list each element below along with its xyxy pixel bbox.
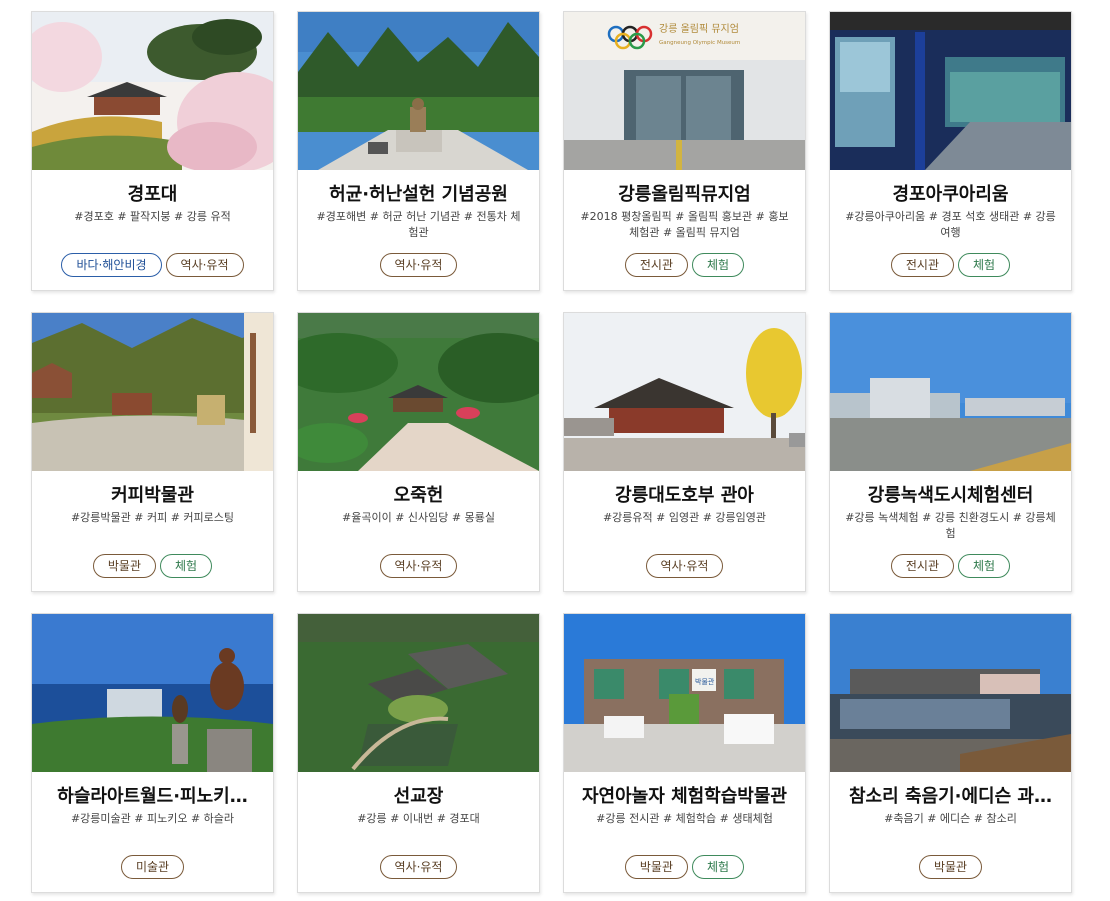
attraction-card[interactable]: 강릉대도호부 관아 #강릉유적 # 임영관 # 강릉임영관 역사·유적 bbox=[563, 312, 806, 592]
attraction-photo[interactable] bbox=[32, 313, 273, 471]
category-badges: 박물관 체험 bbox=[32, 554, 273, 578]
category-badge[interactable]: 전시관 bbox=[624, 253, 689, 277]
category-badges: 전시관 체험 bbox=[830, 253, 1071, 277]
category-badge[interactable]: 박물관 bbox=[918, 855, 983, 879]
category-badges: 미술관 bbox=[32, 855, 273, 879]
attraction-photo[interactable]: 강릉 올림픽 뮤지엄 Gangneung Olympic Museum bbox=[564, 12, 805, 170]
attraction-tags: #경포해변 # 허균 허난 기념관 # 전통차 체험관 bbox=[316, 210, 521, 239]
category-badges: 역사·유적 bbox=[564, 554, 805, 578]
attraction-photo[interactable] bbox=[830, 313, 1071, 471]
attraction-card[interactable]: 커피박물관 #강릉박물관 # 커피 # 커피로스팅 박물관 체험 bbox=[31, 312, 274, 592]
attraction-tags: #강릉박물관 # 커피 # 커피로스팅 bbox=[70, 511, 235, 524]
category-badges: 박물관 bbox=[830, 855, 1071, 879]
category-badge[interactable]: 박물관 bbox=[624, 855, 689, 879]
category-badges: 역사·유적 bbox=[298, 253, 539, 277]
coffee-museum-photo bbox=[32, 313, 273, 471]
category-badge[interactable]: 미술관 bbox=[120, 855, 185, 879]
nature-museum-photo: 박물관 bbox=[564, 614, 805, 772]
attraction-card[interactable]: 박물관 자연아놀자 체험학습박물관 #강릉 전시관 # 체험학습 # 생태체험 … bbox=[563, 613, 806, 893]
category-badge[interactable]: 체험 bbox=[958, 253, 1011, 277]
attraction-photo[interactable]: 박물관 bbox=[564, 614, 805, 772]
category-badges: 바다·해안비경 역사·유적 bbox=[32, 253, 273, 277]
category-badge[interactable]: 역사·유적 bbox=[379, 253, 458, 277]
category-badge[interactable]: 역사·유적 bbox=[645, 554, 724, 578]
gwana-photo bbox=[564, 313, 805, 471]
chamsori-museum-photo bbox=[830, 614, 1071, 772]
olympic-museum-photo: 강릉 올림픽 뮤지엄 Gangneung Olympic Museum bbox=[564, 12, 805, 170]
attraction-card[interactable]: 경포아쿠아리움 #강릉아쿠아리움 # 경포 석호 생태관 # 강릉여행 전시관 … bbox=[829, 11, 1072, 291]
attraction-grid: 경포대 #경포호 # 팔작지붕 # 강릉 유적 바다·해안비경 역사·유적 허균… bbox=[0, 0, 1110, 901]
category-badge[interactable]: 전시관 bbox=[890, 554, 955, 578]
attraction-tags: #강릉유적 # 임영관 # 강릉임영관 bbox=[602, 511, 767, 524]
attraction-tags: #2018 평창올림픽 # 올림픽 홍보관 # 홍보체험관 # 올림픽 뮤지엄 bbox=[580, 210, 789, 239]
category-badge[interactable]: 체험 bbox=[692, 253, 745, 277]
attraction-tags: #강릉 전시관 # 체험학습 # 생태체험 bbox=[596, 812, 773, 825]
category-badge[interactable]: 체험 bbox=[958, 554, 1011, 578]
attraction-title[interactable]: 커피박물관 bbox=[40, 484, 265, 508]
category-badge[interactable]: 바다·해안비경 bbox=[61, 253, 162, 277]
attraction-title[interactable]: 참소리 축음기·에디슨 과… bbox=[838, 785, 1063, 809]
category-badge[interactable]: 역사·유적 bbox=[379, 554, 458, 578]
green-city-center-photo bbox=[830, 313, 1071, 471]
attraction-card[interactable]: 오죽헌 #율곡이이 # 신사임당 # 몽룡실 역사·유적 bbox=[297, 312, 540, 592]
aquarium-photo bbox=[830, 12, 1071, 170]
attraction-photo[interactable] bbox=[830, 614, 1071, 772]
attraction-tags: #축음기 # 에디슨 # 참소리 bbox=[884, 812, 1017, 825]
attraction-photo[interactable] bbox=[298, 614, 539, 772]
attraction-title[interactable]: 경포아쿠아리움 bbox=[838, 183, 1063, 207]
category-badge[interactable]: 박물관 bbox=[92, 554, 157, 578]
pavilion-blossom-photo bbox=[32, 12, 273, 170]
attraction-title[interactable]: 자연아놀자 체험학습박물관 bbox=[572, 785, 797, 809]
attraction-title[interactable]: 허균·허난설헌 기념공원 bbox=[306, 183, 531, 207]
attraction-photo[interactable] bbox=[564, 313, 805, 471]
attraction-tags: #강릉아쿠아리움 # 경포 석호 생태관 # 강릉여행 bbox=[845, 210, 1056, 239]
attraction-title[interactable]: 경포대 bbox=[40, 183, 265, 207]
attraction-card[interactable]: 강릉 올림픽 뮤지엄 Gangneung Olympic Museum 강릉올림… bbox=[563, 11, 806, 291]
attraction-title[interactable]: 강릉올림픽뮤지엄 bbox=[572, 183, 797, 207]
category-badges: 역사·유적 bbox=[298, 855, 539, 879]
attraction-photo[interactable] bbox=[298, 12, 539, 170]
attraction-title[interactable]: 강릉대도호부 관아 bbox=[572, 484, 797, 508]
attraction-card[interactable]: 경포대 #경포호 # 팔작지붕 # 강릉 유적 바다·해안비경 역사·유적 bbox=[31, 11, 274, 291]
attraction-tags: #강릉 녹색체험 # 강릉 친환경도시 # 강릉체험 bbox=[845, 511, 1056, 540]
svg-text:박물관: 박물관 bbox=[695, 677, 715, 686]
attraction-tags: #강릉 # 이내번 # 경포대 bbox=[357, 812, 480, 825]
category-badges: 전시관 체험 bbox=[830, 554, 1071, 578]
attraction-photo[interactable] bbox=[32, 12, 273, 170]
attraction-card[interactable]: 선교장 #강릉 # 이내번 # 경포대 역사·유적 bbox=[297, 613, 540, 893]
category-badge[interactable]: 역사·유적 bbox=[165, 253, 244, 277]
attraction-photo[interactable] bbox=[298, 313, 539, 471]
attraction-title[interactable]: 오죽헌 bbox=[306, 484, 531, 508]
category-badges: 역사·유적 bbox=[298, 554, 539, 578]
attraction-tags: #강릉미술관 # 피노키오 # 하슬라 bbox=[70, 812, 235, 825]
category-badges: 전시관 체험 bbox=[564, 253, 805, 277]
attraction-title[interactable]: 하슬라아트월드·피노키… bbox=[40, 785, 265, 809]
category-badge[interactable]: 체험 bbox=[160, 554, 213, 578]
attraction-photo[interactable] bbox=[32, 614, 273, 772]
category-badge[interactable]: 체험 bbox=[692, 855, 745, 879]
haslla-artworld-photo bbox=[32, 614, 273, 772]
attraction-tags: #경포호 # 팔작지붕 # 강릉 유적 bbox=[74, 210, 231, 223]
attraction-card[interactable]: 허균·허난설헌 기념공원 #경포해변 # 허균 허난 기념관 # 전통차 체험관… bbox=[297, 11, 540, 291]
attraction-photo[interactable] bbox=[830, 12, 1071, 170]
svg-text:Gangneung Olympic Museum: Gangneung Olympic Museum bbox=[659, 40, 740, 46]
category-badge[interactable]: 역사·유적 bbox=[379, 855, 458, 879]
attraction-tags: #율곡이이 # 신사임당 # 몽룡실 bbox=[342, 511, 495, 524]
memorial-park-photo bbox=[298, 12, 539, 170]
seongyojang-photo bbox=[298, 614, 539, 772]
ojukheon-photo bbox=[298, 313, 539, 471]
category-badge[interactable]: 전시관 bbox=[890, 253, 955, 277]
attraction-card[interactable]: 하슬라아트월드·피노키… #강릉미술관 # 피노키오 # 하슬라 미술관 bbox=[31, 613, 274, 893]
category-badges: 박물관 체험 bbox=[564, 855, 805, 879]
attraction-card[interactable]: 강릉녹색도시체험센터 #강릉 녹색체험 # 강릉 친환경도시 # 강릉체험 전시… bbox=[829, 312, 1072, 592]
attraction-title[interactable]: 강릉녹색도시체험센터 bbox=[838, 484, 1063, 508]
attraction-title[interactable]: 선교장 bbox=[306, 785, 531, 809]
attraction-card[interactable]: 참소리 축음기·에디슨 과… #축음기 # 에디슨 # 참소리 박물관 bbox=[829, 613, 1072, 893]
svg-text:강릉 올림픽 뮤지엄: 강릉 올림픽 뮤지엄 bbox=[659, 23, 739, 35]
